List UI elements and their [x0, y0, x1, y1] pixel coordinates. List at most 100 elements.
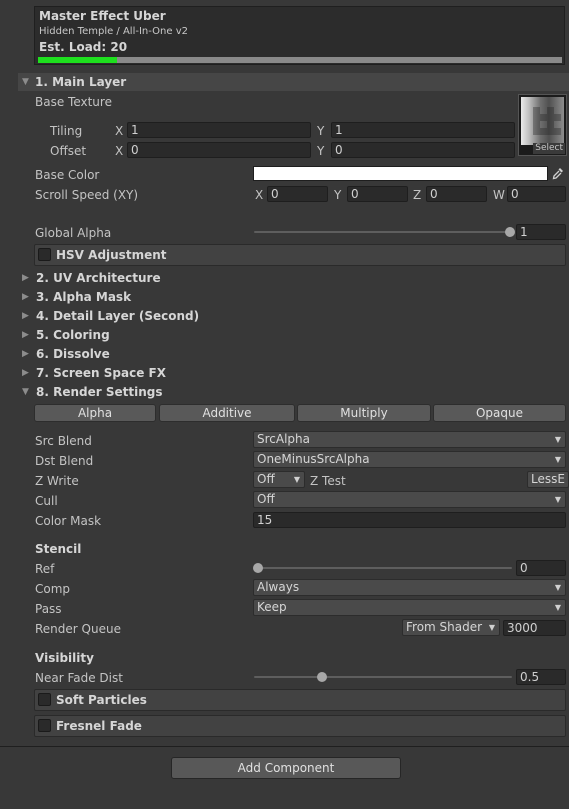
section-uv-architecture[interactable]: 2. UV Architecture: [36, 271, 161, 285]
texture-preview-checker: [533, 107, 561, 135]
dropdown-arrow-icon: ▼: [554, 583, 561, 592]
dropdown-arrow-icon: ▼: [554, 603, 561, 612]
global-alpha-field[interactable]: 1: [516, 224, 566, 240]
cull-label: Cull: [35, 494, 58, 508]
visibility-heading: Visibility: [35, 651, 94, 665]
ref-field[interactable]: 0: [516, 560, 566, 576]
pass-dropdown[interactable]: Keep ▼: [253, 599, 566, 616]
src-blend-dropdown[interactable]: SrcAlpha ▼: [253, 431, 566, 448]
add-component-button[interactable]: Add Component: [171, 757, 401, 779]
expanded-arrow-icon[interactable]: ▼: [22, 76, 29, 88]
offset-label: Offset: [50, 144, 87, 158]
stencil-heading: Stencil: [35, 542, 82, 556]
load-bar-fill: [38, 57, 117, 63]
offset-x-label: X: [115, 144, 124, 158]
ztest-value: LessE: [531, 472, 565, 486]
dst-blend-value: OneMinusSrcAlpha: [257, 452, 370, 466]
scroll-w-field[interactable]: 0: [507, 186, 566, 202]
soft-particles-checkbox[interactable]: [38, 693, 51, 706]
near-fade-slider-thumb[interactable]: [317, 672, 327, 682]
collapsed-arrow-icon[interactable]: ▶: [22, 348, 29, 360]
texture-select-button[interactable]: Select: [533, 143, 565, 154]
eyedropper-icon[interactable]: [551, 166, 565, 181]
zwrite-label: Z Write: [35, 474, 79, 488]
dropdown-arrow-icon: ▼: [554, 455, 561, 464]
fresnel-fade-label: Fresnel Fade: [56, 719, 142, 733]
section-alpha-mask[interactable]: 3. Alpha Mask: [36, 290, 131, 304]
est-load-label: Est. Load: 20: [39, 40, 128, 54]
dropdown-arrow-icon: ▼: [488, 623, 495, 632]
comp-dropdown[interactable]: Always ▼: [253, 579, 566, 596]
base-color-label: Base Color: [35, 168, 100, 182]
inspector-divider: [0, 746, 569, 747]
collapsed-arrow-icon[interactable]: ▶: [22, 367, 29, 379]
ref-slider-track[interactable]: [256, 567, 512, 569]
cull-dropdown[interactable]: Off ▼: [253, 491, 566, 508]
collapsed-arrow-icon[interactable]: ▶: [22, 272, 29, 284]
scroll-x-label: X: [255, 188, 264, 202]
scroll-y-field[interactable]: 0: [347, 186, 408, 202]
base-texture-label: Base Texture: [35, 95, 112, 109]
global-alpha-slider-track[interactable]: [254, 231, 510, 233]
scroll-speed-label: Scroll Speed (XY): [35, 188, 139, 202]
scroll-w-label: W: [493, 188, 505, 202]
ref-slider-thumb[interactable]: [253, 563, 263, 573]
ztest-dropdown[interactable]: LessE: [527, 471, 569, 488]
tiling-label: Tiling: [50, 124, 83, 138]
base-color-swatch[interactable]: [253, 166, 548, 181]
offset-y-field[interactable]: 0: [331, 142, 515, 158]
blend-preset-opaque-button[interactable]: Opaque: [433, 404, 566, 422]
near-fade-field[interactable]: 0.5: [516, 669, 566, 685]
render-queue-mode-dropdown[interactable]: From Shader ▼: [402, 619, 500, 636]
zwrite-value: Off: [257, 472, 275, 486]
hsv-adjustment-label: HSV Adjustment: [56, 248, 167, 262]
color-mask-field[interactable]: 15: [253, 512, 566, 528]
blend-preset-multiply-button[interactable]: Multiply: [297, 404, 431, 422]
render-queue-mode-value: From Shader: [406, 620, 483, 634]
src-blend-label: Src Blend: [35, 434, 92, 448]
section-render-settings[interactable]: 8. Render Settings: [36, 385, 162, 399]
color-mask-label: Color Mask: [35, 514, 102, 528]
near-fade-slider-track[interactable]: [254, 676, 512, 678]
ztest-label: Z Test: [310, 474, 346, 488]
collapsed-arrow-icon[interactable]: ▶: [22, 329, 29, 341]
tiling-x-field[interactable]: 1: [127, 122, 311, 138]
scroll-z-field[interactable]: 0: [426, 186, 487, 202]
hsv-adjustment-checkbox[interactable]: [38, 248, 51, 261]
scroll-y-label: Y: [334, 188, 342, 202]
offset-y-label: Y: [317, 144, 325, 158]
section-coloring[interactable]: 5. Coloring: [36, 328, 110, 342]
global-alpha-slider-thumb[interactable]: [505, 227, 515, 237]
zwrite-dropdown[interactable]: Off ▼: [253, 471, 305, 488]
comp-label: Comp: [35, 582, 71, 596]
dropdown-arrow-icon: ▼: [554, 495, 561, 504]
texture-thumbnail[interactable]: Select: [518, 94, 567, 156]
section-main-layer[interactable]: 1. Main Layer: [35, 75, 126, 89]
dropdown-arrow-icon: ▼: [554, 435, 561, 444]
collapsed-arrow-icon[interactable]: ▶: [22, 291, 29, 303]
tiling-y-label: Y: [317, 124, 325, 138]
render-queue-label: Render Queue: [35, 622, 121, 636]
blend-preset-additive-button[interactable]: Additive: [159, 404, 295, 422]
tiling-y-field[interactable]: 1: [331, 122, 515, 138]
section-dissolve[interactable]: 6. Dissolve: [36, 347, 110, 361]
render-queue-field[interactable]: 3000: [503, 620, 566, 636]
tiling-x-label: X: [115, 124, 124, 138]
scroll-x-field[interactable]: 0: [267, 186, 328, 202]
blend-preset-alpha-button[interactable]: Alpha: [34, 404, 156, 422]
collapsed-arrow-icon[interactable]: ▶: [22, 310, 29, 322]
dropdown-arrow-icon: ▼: [293, 475, 300, 484]
material-title: Master Effect Uber: [39, 9, 166, 23]
pass-label: Pass: [35, 602, 62, 616]
global-alpha-label: Global Alpha: [35, 226, 112, 240]
dst-blend-dropdown[interactable]: OneMinusSrcAlpha ▼: [253, 451, 566, 468]
section-screen-space-fx[interactable]: 7. Screen Space FX: [36, 366, 166, 380]
fresnel-fade-checkbox[interactable]: [38, 719, 51, 732]
material-shader-path: Hidden Temple / All-In-One v2: [39, 26, 188, 37]
expanded-arrow-icon[interactable]: ▼: [22, 386, 29, 398]
comp-value: Always: [257, 580, 300, 594]
offset-x-field[interactable]: 0: [127, 142, 311, 158]
scroll-z-label: Z: [413, 188, 422, 202]
section-detail-layer[interactable]: 4. Detail Layer (Second): [36, 309, 199, 323]
near-fade-label: Near Fade Dist: [35, 671, 123, 685]
